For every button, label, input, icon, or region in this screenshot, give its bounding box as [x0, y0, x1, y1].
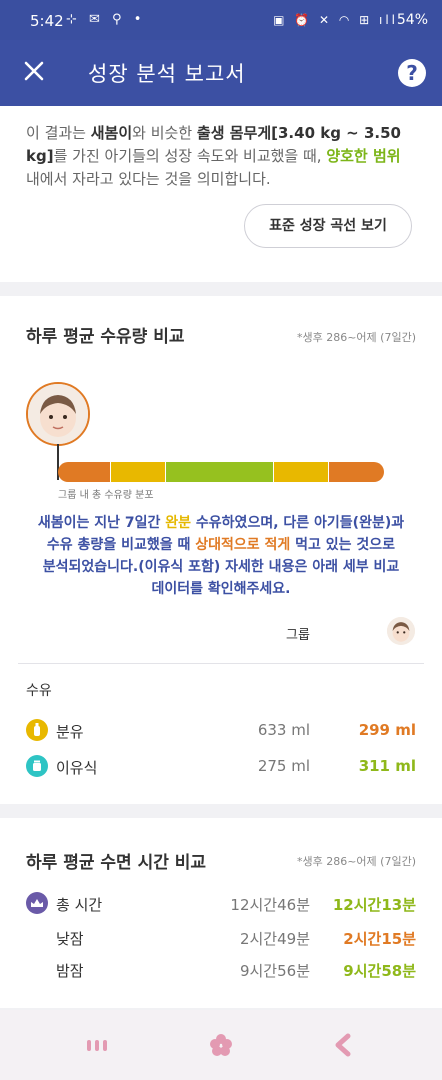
feeding-section-label: 수유: [26, 683, 52, 699]
summary-highlight-formula: 완분: [165, 515, 192, 531]
distribution-caption: 그룹 내 총 수유량 분포: [58, 490, 154, 501]
distribution-segment: [58, 462, 110, 482]
intro-p4: 내에서 자라고 있다는 것을 의미합니다.: [26, 170, 271, 188]
distribution-segment: [272, 462, 329, 482]
sleep-row-total: 총 시간 12시간46분 12시간13분: [0, 888, 442, 918]
formula-bottle-icon: [26, 719, 48, 741]
baby-food-icon: [26, 755, 48, 777]
sleep-period: *생후 286~어제 (7일간): [296, 855, 416, 868]
feeding-row-label: 분유: [56, 723, 84, 741]
baby-avatar: [26, 382, 90, 446]
status-time: 5:42: [30, 12, 64, 30]
group-value: 2시간49분: [239, 930, 310, 948]
baby-value: 2시간15분: [343, 930, 416, 948]
battery-level: 54%: [396, 12, 428, 28]
help-button[interactable]: ?: [398, 59, 426, 87]
intro-p2: 와 비슷한: [132, 124, 197, 142]
sleep-row-label: 총 시간: [56, 896, 103, 914]
feeding-row-label: 이유식: [56, 759, 98, 777]
feeding-period: *생후 286~어제 (7일간): [296, 331, 416, 344]
sleep-card: 하루 평균 수면 시간 비교 *생후 286~어제 (7일간) 총 시간 12시…: [0, 818, 442, 1008]
recent-apps-button[interactable]: [84, 1032, 110, 1058]
group-value: 9시간56분: [239, 962, 310, 980]
app-header: 성장 분석 보고서 ?: [0, 40, 442, 106]
summary-highlight-less: 상대적으로 적게: [195, 537, 291, 553]
distribution-segment: [165, 462, 273, 482]
baby-face-icon: [387, 617, 415, 645]
close-icon: [24, 61, 44, 81]
system-icons: ▣ ⏰ ✕ ◠ ⊞ ıll: [273, 13, 398, 27]
group-value: 275 ml: [257, 757, 310, 775]
group-distribution-bar: [58, 462, 384, 482]
sleep-icon: [26, 892, 48, 914]
standard-growth-curve-button[interactable]: 표준 성장 곡선 보기: [244, 204, 412, 248]
feeding-row-formula: 분유 633 ml 299 ml: [0, 715, 442, 745]
sleep-row-night: 밤잠 9시간56분 9시간58분: [0, 954, 442, 984]
divider: [18, 663, 424, 664]
recent-apps-icon: [87, 1040, 107, 1051]
baby-value: 12시간13분: [332, 896, 416, 914]
sleep-row-label: 낮잠: [56, 930, 84, 948]
group-value: 12시간46분: [230, 896, 310, 914]
home-icon: [210, 1034, 232, 1056]
column-header-baby-avatar: [387, 617, 415, 645]
birth-weight-label: 출생 몸무게: [196, 124, 272, 142]
feeding-row-baby-food: 이유식 275 ml 311 ml: [0, 751, 442, 781]
back-button[interactable]: [330, 1032, 356, 1058]
close-button[interactable]: [22, 59, 46, 83]
sleep-title: 하루 평균 수면 시간 비교: [26, 853, 207, 873]
sleep-row-nap: 낮잠 2시간49분 2시간15분: [0, 922, 442, 952]
feeding-summary: 새봄이는 지난 7일간 완분 수유하였으며, 다른 아기들(완분)과 수유 총량…: [30, 512, 412, 600]
intro-p3: 를 가진 아기들의 성장 속도와 비교했을 때,: [53, 147, 327, 165]
intro-p1: 이 결과는: [26, 124, 91, 142]
group-value: 633 ml: [257, 721, 310, 739]
column-header-group: 그룹: [286, 628, 310, 643]
notification-icons: ⊹ ✉ ⚲ •: [66, 12, 146, 27]
sleep-row-label: 밤잠: [56, 962, 84, 980]
intro-card: 이 결과는 새봄이와 비슷한 출생 몸무게[3.40 kg ~ 3.50 kg]…: [0, 106, 442, 282]
home-button[interactable]: [208, 1032, 234, 1058]
feeding-card: 하루 평균 수유량 비교 *생후 286~어제 (7일간) 그룹 내 총 수유량…: [0, 296, 442, 804]
baby-face-icon: [28, 384, 88, 444]
baby-value: 299 ml: [358, 721, 416, 739]
good-range: 양호한 범위: [326, 147, 401, 165]
baby-value: 311 ml: [358, 757, 416, 775]
baby-value: 9시간58분: [343, 962, 416, 980]
status-bar: 5:42 ⊹ ✉ ⚲ • ▣ ⏰ ✕ ◠ ⊞ ıll 54%: [0, 0, 442, 40]
baby-name: 새봄이: [90, 124, 133, 142]
system-nav-bar: [0, 1010, 442, 1080]
help-icon: ?: [406, 61, 418, 85]
feeding-title: 하루 평균 수유량 비교: [26, 327, 185, 347]
intro-text: 이 결과는 새봄이와 비슷한 출생 몸무게[3.40 kg ~ 3.50 kg]…: [26, 122, 418, 191]
summary-s1: 새봄이는 지난 7일간: [37, 515, 166, 531]
distribution-segment: [328, 462, 384, 482]
page-title: 성장 분석 보고서: [88, 62, 246, 86]
distribution-segment: [109, 462, 166, 482]
back-icon: [335, 1033, 351, 1057]
